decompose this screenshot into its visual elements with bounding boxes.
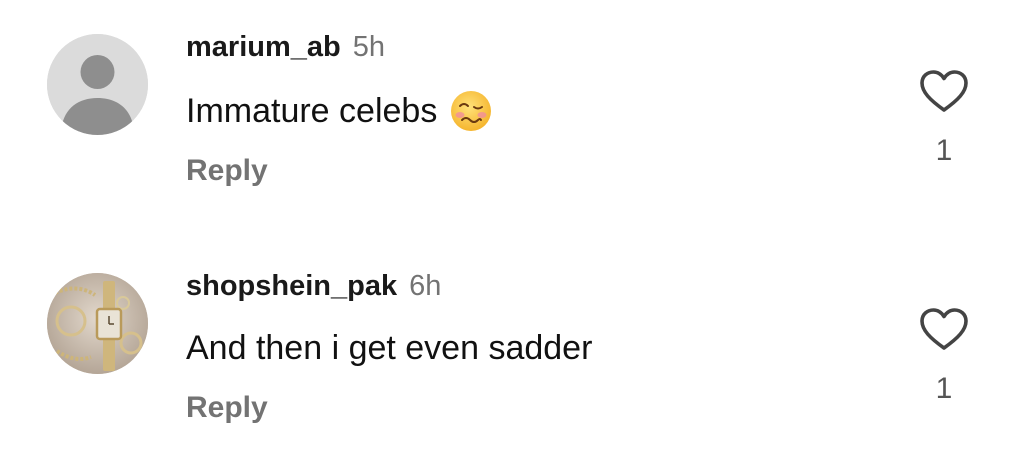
timestamp: 6h [409, 270, 442, 302]
comment-text: Immature celebs [186, 92, 438, 130]
profile-photo-image [47, 273, 148, 374]
comment-item: shopshein_pak 6h And then i get even sadd… [0, 240, 1024, 461]
username-link[interactable]: marium_ab [186, 31, 341, 63]
username-link[interactable]: shopshein_pak [186, 270, 397, 302]
avatar[interactable] [47, 34, 148, 135]
avatar[interactable] [47, 273, 148, 374]
comment-item: marium_ab 5h Immature celebs Reply 1 [0, 0, 1024, 230]
woozy-face-icon [451, 91, 492, 131]
heart-outline-icon [920, 70, 968, 112]
default-avatar-icon [47, 34, 148, 135]
timestamp: 5h [352, 31, 385, 63]
like-count: 1 [935, 372, 953, 405]
comment-header: marium_ab 5h [186, 30, 385, 64]
heart-outline-icon [920, 308, 968, 350]
like-button[interactable] [918, 68, 970, 114]
like-count: 1 [935, 134, 953, 167]
comment-text: And then i get even sadder [186, 329, 593, 367]
reply-button[interactable]: Reply [186, 154, 268, 188]
comment-body: And then i get even sadder [186, 328, 592, 368]
like-button[interactable] [918, 306, 970, 352]
comment-header: shopshein_pak 6h [186, 269, 441, 303]
reply-button[interactable]: Reply [186, 391, 268, 425]
comment-body: Immature celebs [186, 89, 493, 133]
